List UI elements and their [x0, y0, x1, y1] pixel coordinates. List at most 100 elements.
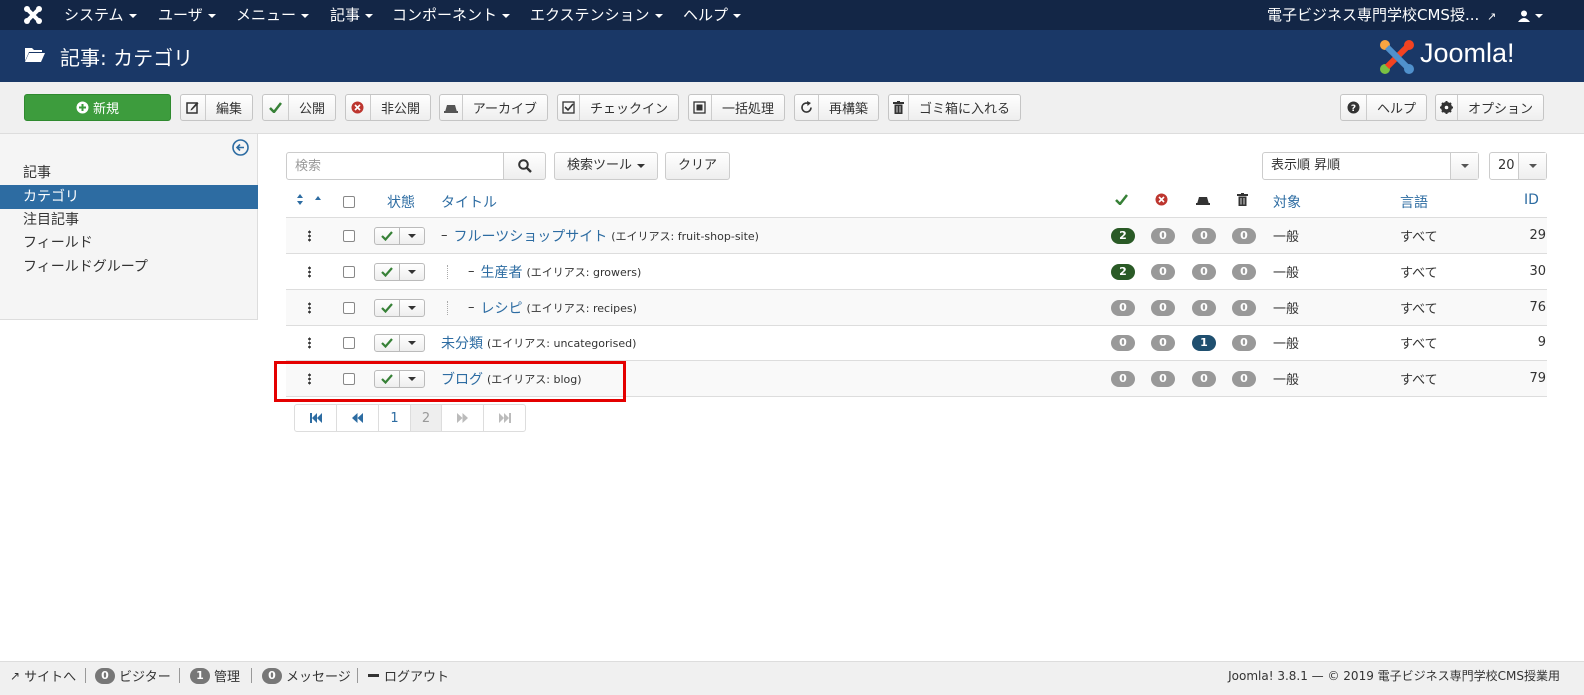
- trashed-count[interactable]: 0: [1232, 325, 1256, 360]
- previous-page-button[interactable]: [337, 405, 379, 431]
- ordering-select[interactable]: 表示順 昇順: [1262, 152, 1479, 180]
- published-check-icon[interactable]: [375, 263, 400, 280]
- drag-handle[interactable]: [308, 290, 311, 325]
- published-count[interactable]: 2: [1111, 254, 1135, 289]
- published-check-icon[interactable]: [1115, 194, 1128, 205]
- visitors-count[interactable]: 0 ビジター: [95, 662, 171, 689]
- published-count[interactable]: 0: [1111, 361, 1135, 396]
- last-page-button[interactable]: [484, 405, 525, 431]
- archive-button[interactable]: アーカイブ: [439, 94, 548, 121]
- category-title-link[interactable]: 生産者: [481, 262, 523, 282]
- status-toggle[interactable]: [374, 254, 425, 289]
- status-toggle[interactable]: [374, 218, 425, 253]
- unpublished-icon[interactable]: [1155, 193, 1168, 206]
- row-checkbox[interactable]: [343, 254, 355, 289]
- edit-button[interactable]: 編集: [180, 94, 253, 121]
- status-toggle[interactable]: [374, 290, 425, 325]
- menu-menus[interactable]: メニュー: [236, 0, 310, 30]
- unpublished-count[interactable]: 0: [1151, 218, 1175, 253]
- trashed-count[interactable]: 0: [1232, 361, 1256, 396]
- trashed-count[interactable]: 0: [1232, 254, 1256, 289]
- unpublished-count[interactable]: 0: [1151, 361, 1175, 396]
- next-page-button[interactable]: [442, 405, 484, 431]
- archived-count[interactable]: 0: [1192, 361, 1216, 396]
- checkin-button[interactable]: チェックイン: [557, 94, 679, 121]
- status-toggle[interactable]: [374, 325, 425, 360]
- row-checkbox[interactable]: [343, 290, 355, 325]
- header-status[interactable]: 状態: [387, 192, 415, 211]
- sidebar-item-featured[interactable]: 注目記事: [0, 208, 258, 232]
- sidebar-item-field-groups[interactable]: フィールドグループ: [0, 255, 258, 279]
- rebuild-button[interactable]: 再構築: [794, 94, 879, 121]
- user-menu[interactable]: [1518, 0, 1543, 30]
- published-count[interactable]: 0: [1111, 290, 1135, 325]
- category-title-link[interactable]: 未分類: [441, 333, 483, 353]
- sort-ordering-icon[interactable]: [296, 194, 324, 206]
- search-input[interactable]: [286, 152, 504, 180]
- search-button[interactable]: [503, 152, 546, 180]
- drag-handle[interactable]: [308, 218, 311, 253]
- collapse-sidebar-icon[interactable]: [232, 139, 249, 156]
- new-button[interactable]: 新規: [24, 94, 171, 121]
- logout-link[interactable]: ログアウト: [368, 662, 449, 689]
- trashed-count[interactable]: 0: [1232, 218, 1256, 253]
- row-checkbox[interactable]: [343, 218, 355, 253]
- messages-count[interactable]: 0 メッセージ: [262, 662, 351, 689]
- options-button[interactable]: オプション: [1435, 94, 1544, 121]
- view-site-link[interactable]: ↗ サイトへ: [10, 662, 76, 689]
- sidebar-item-categories[interactable]: カテゴリ: [0, 185, 258, 209]
- row-checkbox[interactable]: [343, 325, 355, 360]
- limit-select[interactable]: 20: [1489, 152, 1547, 180]
- header-access[interactable]: 対象: [1273, 192, 1301, 211]
- header-title[interactable]: タイトル: [441, 192, 497, 211]
- page-1-button[interactable]: 1: [379, 405, 411, 431]
- menu-content[interactable]: 記事: [330, 0, 374, 30]
- unpublished-count[interactable]: 0: [1151, 290, 1175, 325]
- unpublish-button[interactable]: 非公開: [345, 94, 431, 121]
- joomla-menu-icon[interactable]: [22, 4, 44, 26]
- status-dropdown-icon[interactable]: [400, 264, 424, 280]
- menu-extensions[interactable]: エクステンション: [530, 0, 663, 30]
- unpublished-count[interactable]: 0: [1151, 325, 1175, 360]
- published-check-icon[interactable]: [375, 227, 400, 244]
- archived-count[interactable]: 0: [1192, 290, 1216, 325]
- select-all-checkbox[interactable]: [343, 196, 355, 214]
- archived-icon[interactable]: [1196, 195, 1210, 205]
- drag-handle[interactable]: [308, 325, 311, 360]
- help-button[interactable]: ? ヘルプ: [1340, 94, 1427, 121]
- trashed-count[interactable]: 0: [1232, 290, 1256, 325]
- status-dropdown-icon[interactable]: [400, 228, 424, 244]
- drag-handle-icon: [308, 265, 311, 278]
- sidebar-item-articles[interactable]: 記事: [0, 161, 258, 185]
- site-link[interactable]: 電子ビジネス専門学校CMS授... ↗: [1267, 0, 1496, 30]
- first-page-button[interactable]: [295, 405, 337, 431]
- page-2-button[interactable]: 2: [411, 405, 442, 431]
- published-check-icon[interactable]: [375, 299, 400, 316]
- archived-count[interactable]: 1: [1192, 325, 1216, 360]
- sidebar-item-fields[interactable]: フィールド: [0, 231, 258, 255]
- publish-button[interactable]: 公開: [262, 94, 336, 121]
- archived-count[interactable]: 0: [1192, 254, 1216, 289]
- published-count[interactable]: 2: [1111, 218, 1135, 253]
- menu-users[interactable]: ユーザ: [158, 0, 216, 30]
- batch-button[interactable]: 一括処理: [688, 94, 785, 121]
- category-title-link[interactable]: フルーツショップサイト: [454, 226, 608, 246]
- status-dropdown-icon[interactable]: [400, 335, 424, 351]
- trash-button[interactable]: ゴミ箱に入れる: [888, 94, 1021, 121]
- menu-system[interactable]: システム: [64, 0, 137, 30]
- header-language[interactable]: 言語: [1400, 192, 1428, 211]
- drag-handle[interactable]: [308, 254, 311, 289]
- status-dropdown-icon[interactable]: [400, 300, 424, 316]
- menu-components[interactable]: コンポーネント: [392, 0, 511, 30]
- published-count[interactable]: 0: [1111, 325, 1135, 360]
- clear-button[interactable]: クリア: [665, 152, 731, 180]
- published-check-icon[interactable]: [375, 334, 400, 351]
- category-title-link[interactable]: レシピ: [481, 298, 523, 318]
- unpublished-count[interactable]: 0: [1151, 254, 1175, 289]
- header-id[interactable]: ID: [1524, 192, 1539, 210]
- search-tools-button[interactable]: 検索ツール: [554, 152, 659, 180]
- admins-count[interactable]: 1 管理: [190, 662, 240, 689]
- menu-help[interactable]: ヘルプ: [683, 0, 742, 30]
- trashed-icon[interactable]: [1237, 193, 1248, 206]
- archived-count[interactable]: 0: [1192, 218, 1216, 253]
